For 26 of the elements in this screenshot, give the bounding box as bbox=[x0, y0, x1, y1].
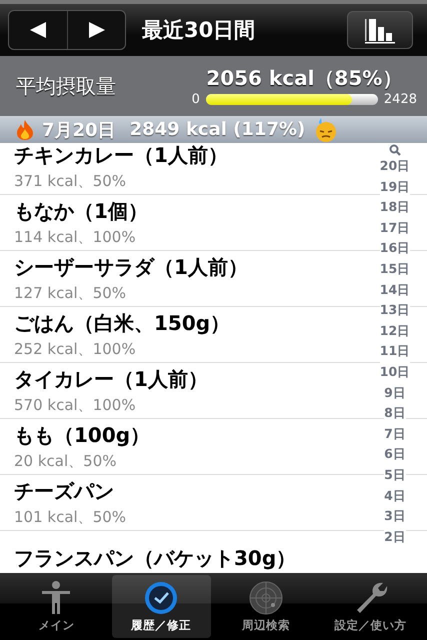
food-detail: 20 kcal、50% bbox=[14, 452, 116, 471]
tab[interactable]: メイン bbox=[7, 575, 106, 638]
food-name[interactable]: チーズパン bbox=[14, 478, 114, 505]
tab[interactable]: 設定／使い方 bbox=[321, 575, 420, 638]
bar-max: 2428 bbox=[384, 92, 417, 107]
tab[interactable]: 履歴／修正 bbox=[112, 575, 210, 638]
bar-min: 0 bbox=[192, 92, 200, 107]
food-detail: 127 kcal、50% bbox=[14, 284, 126, 303]
summary-label: 平均摂取量 bbox=[16, 72, 116, 100]
tab[interactable]: 周辺検索 bbox=[216, 575, 316, 638]
food-name[interactable]: タイカレー（1人前） bbox=[14, 366, 208, 393]
food-detail: 101 kcal、50% bbox=[14, 508, 126, 527]
food-detail: 371 kcal、50% bbox=[14, 172, 126, 191]
food-detail: 570 kcal、100% bbox=[14, 396, 136, 415]
food-detail: 252 kcal、100% bbox=[14, 340, 136, 359]
food-name[interactable]: ごはん（白米、150g） bbox=[14, 310, 230, 337]
section-date: 7月20日 bbox=[42, 118, 116, 142]
food-detail: 114 kcal、100% bbox=[14, 228, 136, 247]
average-value: 2056 kcal（85%） bbox=[206, 65, 402, 92]
food-name[interactable]: チキンカレー（1人前） bbox=[14, 143, 228, 169]
food-name[interactable]: もも（100g） bbox=[14, 422, 150, 449]
food-name[interactable]: もなか（1個） bbox=[14, 198, 148, 225]
section-total: 2849 kcal (117%) bbox=[130, 119, 306, 140]
food-name[interactable]: シーザーサラダ（1人前） bbox=[14, 254, 248, 281]
food-name[interactable]: フランスパン（バケット30g） bbox=[14, 545, 296, 572]
nav-title: 最近30日間 bbox=[142, 17, 256, 44]
